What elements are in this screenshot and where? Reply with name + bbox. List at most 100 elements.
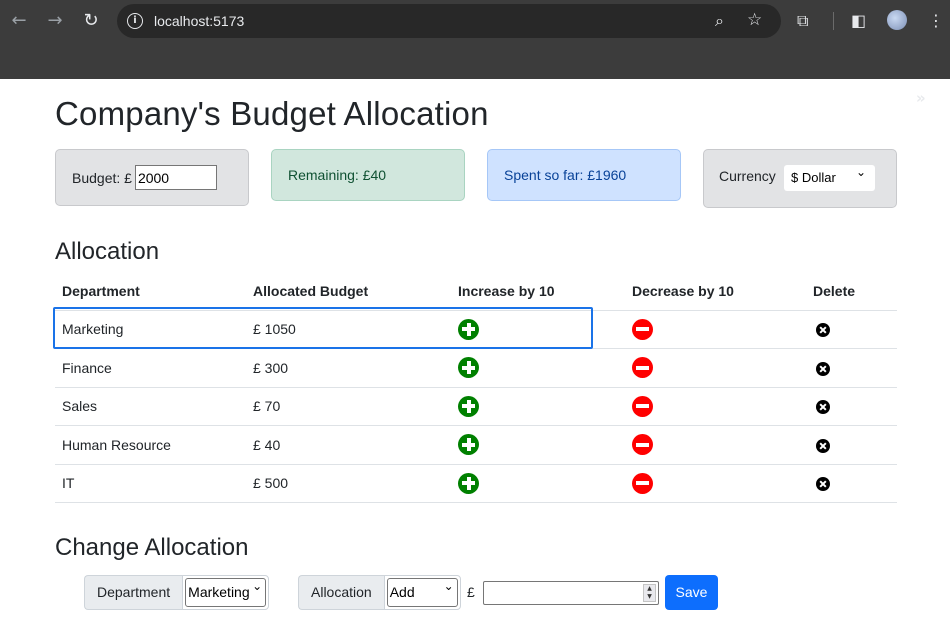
bookmark-star-icon[interactable]: ☆: [747, 10, 762, 30]
forward-icon[interactable]: →: [44, 10, 66, 32]
profile-avatar[interactable]: [887, 10, 907, 30]
delete-x-icon[interactable]: [816, 400, 830, 415]
currency-label: Currency: [719, 168, 776, 184]
delete-x-icon[interactable]: [816, 323, 830, 338]
decrease-minus-icon[interactable]: [632, 318, 653, 340]
table-row: Human Resource £ 40: [55, 425, 897, 465]
browser-chrome: ← → ↻ i localhost:5173 ⌕ ☆ ⧉ ◧ ⋮ »: [0, 0, 950, 107]
delete-x-icon[interactable]: [816, 361, 830, 376]
chevron-down-icon: ⌄: [443, 579, 454, 593]
number-spinner[interactable]: ▲ ▼: [643, 584, 656, 602]
toolbar-divider: [833, 12, 834, 30]
spent-card: Spent so far: £1960: [487, 149, 681, 201]
department-select-wrapper: Marketing ⌄: [182, 575, 270, 610]
browser-toolbar: ← → ↻ i localhost:5173 ⌕ ☆ ⧉ ◧ ⋮: [0, 0, 950, 42]
decrease-cell: [625, 348, 806, 388]
page-title: Company's Budget Allocation: [55, 95, 489, 132]
allocation-select[interactable]: Add ⌄: [386, 578, 458, 607]
increase-cell: [451, 348, 625, 388]
chevron-down-icon: ⌄: [855, 165, 866, 179]
decrease-minus-icon[interactable]: [632, 395, 653, 417]
amount-input[interactable]: ▲ ▼: [483, 581, 659, 605]
currency-select[interactable]: $ Dollar ⌄: [784, 165, 875, 191]
remaining-card: Remaining: £40: [271, 149, 465, 201]
delete-cell: [806, 387, 897, 426]
remaining-text: Remaining: £40: [288, 167, 387, 183]
change-allocation-title: Change Allocation: [55, 534, 249, 561]
budget-cell: £ 40: [246, 425, 451, 465]
department-cell: IT: [55, 464, 246, 503]
address-url[interactable]: localhost:5173: [154, 12, 244, 30]
more-bookmarks-icon[interactable]: »: [916, 89, 926, 107]
budget-cell: £ 70: [246, 387, 451, 426]
decrease-cell: [625, 425, 806, 465]
back-icon[interactable]: ←: [8, 10, 30, 32]
chevron-down-icon: ⌄: [252, 579, 263, 593]
increase-cell: [451, 310, 625, 349]
budget-card: Budget: £: [55, 149, 249, 206]
decrease-cell: [625, 387, 806, 426]
budget-input[interactable]: [134, 165, 217, 190]
pound-symbol-label: £: [467, 584, 475, 600]
budget-cell: £ 300: [246, 348, 451, 388]
department-select[interactable]: Marketing ⌄: [185, 578, 267, 607]
decrease-cell: [625, 464, 806, 503]
department-input-group: Department Marketing ⌄: [84, 575, 270, 610]
increase-plus-icon[interactable]: [458, 434, 479, 456]
delete-cell: [806, 464, 897, 503]
decrease-cell: [625, 310, 806, 349]
address-bar[interactable]: i localhost:5173 ⌕ ☆: [117, 4, 781, 38]
increase-cell: [451, 464, 625, 503]
table-header-row: Department Allocated Budget Increase by …: [55, 272, 897, 311]
currency-selected-value: $ Dollar: [791, 170, 836, 185]
decrease-minus-icon[interactable]: [632, 472, 653, 494]
allocation-table: Department Allocated Budget Increase by …: [55, 272, 897, 503]
table-row: IT £ 500: [55, 464, 897, 503]
save-button[interactable]: Save: [665, 575, 718, 610]
allocation-input-group: Allocation Add ⌄: [298, 575, 461, 610]
delete-cell: [806, 310, 897, 349]
allocation-select-wrapper: Add ⌄: [383, 575, 461, 610]
site-info-icon[interactable]: i: [127, 13, 143, 29]
delete-x-icon[interactable]: [816, 438, 830, 453]
budget-label: Budget: £: [72, 169, 132, 186]
bookmarks-bar: »: [0, 42, 950, 107]
extensions-icon[interactable]: ⧉: [797, 10, 808, 32]
allocation-group-label: Allocation: [298, 575, 384, 610]
increase-plus-icon[interactable]: [458, 357, 479, 379]
delete-x-icon[interactable]: [816, 477, 830, 492]
allocation-selected-value: Add: [389, 584, 415, 600]
department-cell: Human Resource: [55, 425, 246, 465]
department-group-label: Department: [84, 575, 183, 610]
increase-cell: [451, 425, 625, 465]
delete-cell: [806, 348, 897, 388]
department-cell: Sales: [55, 387, 246, 426]
table-row: Finance £ 300: [55, 348, 897, 388]
zoom-icon[interactable]: ⌕: [715, 11, 724, 31]
column-header-allocated-budget: Allocated Budget: [246, 272, 451, 311]
column-header-increase: Increase by 10: [451, 272, 625, 311]
increase-plus-icon[interactable]: [458, 472, 479, 494]
increase-cell: [451, 387, 625, 426]
delete-cell: [806, 425, 897, 465]
spent-text: Spent so far: £1960: [504, 167, 627, 183]
decrease-minus-icon[interactable]: [632, 357, 653, 379]
table-row: Sales £ 70: [55, 387, 897, 426]
budget-cell: £ 500: [246, 464, 451, 503]
department-selected-value: Marketing: [188, 584, 250, 600]
decrease-minus-icon[interactable]: [632, 434, 653, 456]
department-cell: Marketing: [55, 310, 246, 349]
table-row: Marketing £ 1050: [55, 310, 897, 349]
allocation-title: Allocation: [55, 238, 160, 265]
side-panel-icon[interactable]: ◧: [851, 10, 866, 32]
increase-plus-icon[interactable]: [458, 318, 479, 340]
budget-cell: £ 1050: [246, 310, 451, 349]
menu-kebab-icon[interactable]: ⋮: [928, 10, 944, 32]
column-header-decrease: Decrease by 10: [625, 272, 806, 311]
department-cell: Finance: [55, 348, 246, 388]
increase-plus-icon[interactable]: [458, 395, 479, 417]
currency-card: Currency $ Dollar ⌄: [703, 149, 897, 208]
column-header-delete: Delete: [806, 272, 897, 311]
column-header-department: Department: [55, 272, 246, 311]
reload-icon[interactable]: ↻: [80, 10, 102, 32]
